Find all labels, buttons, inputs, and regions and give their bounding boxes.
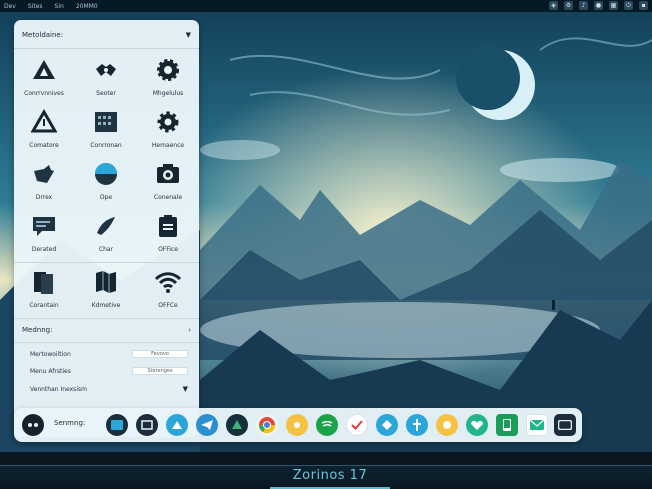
- diamond-app-icon[interactable]: [376, 414, 398, 436]
- divider: [14, 262, 199, 263]
- app-seoter[interactable]: Seoter: [76, 56, 136, 108]
- sun-icon[interactable]: [436, 414, 458, 436]
- app-ope[interactable]: Ope: [76, 160, 136, 212]
- heart-icon[interactable]: [466, 414, 488, 436]
- pin-icon[interactable]: [406, 414, 428, 436]
- app-label: OFFCe: [158, 302, 178, 309]
- app-hemaence[interactable]: Hemaence: [138, 108, 198, 160]
- system-tray: ◈ ⚙ ♪ ● ▦ ⏻ ▪: [549, 1, 648, 10]
- brand-title: Zorinos 17: [292, 468, 368, 483]
- app-drrex[interactable]: Drrex: [14, 160, 74, 212]
- app-comatore[interactable]: Comatore: [14, 108, 74, 160]
- menu-dots-icon[interactable]: [22, 414, 44, 436]
- setting-label: Vennthan Inexsism: [30, 385, 87, 393]
- divider: [14, 342, 199, 343]
- app-label: Char: [98, 246, 114, 253]
- settings-title: Mednng:: [22, 326, 53, 334]
- camera-icon: [154, 160, 182, 188]
- dock-label: Senmng:: [54, 419, 86, 427]
- launcher-title: Metoldaine:: [22, 31, 64, 39]
- chrome-icon[interactable]: [256, 414, 278, 436]
- chevron-right-icon[interactable]: ›: [188, 326, 191, 334]
- power-icon[interactable]: ⏻: [624, 1, 633, 10]
- app-offce[interactable]: OFFCe: [138, 268, 198, 320]
- dock: Senmng:: [14, 408, 582, 442]
- setting-value-field[interactable]: Fevovo: [132, 350, 188, 358]
- app-corantain[interactable]: Corantain: [14, 268, 74, 320]
- alert-triangle-icon: [30, 108, 58, 136]
- keyboard-icon: [92, 108, 120, 136]
- volume-icon[interactable]: ♪: [579, 1, 588, 10]
- pie-chart-icon: [92, 160, 120, 188]
- app-mhgelulus[interactable]: Mhgelulus: [138, 56, 198, 108]
- up-arrow-icon[interactable]: [166, 414, 188, 436]
- setting-row[interactable]: Vennthan Inexsism ▼: [30, 383, 188, 395]
- desktop: Dev Sites Sin 20MM0 ◈ ⚙ ♪ ● ▦ ⏻ ▪ Metold…: [0, 0, 652, 489]
- app-derated[interactable]: Derated: [14, 212, 74, 264]
- chevron-down-icon[interactable]: ▼: [183, 385, 188, 393]
- tablet-icon[interactable]: [554, 414, 576, 436]
- telegram-icon[interactable]: [196, 414, 218, 436]
- chevron-down-icon[interactable]: ▼: [186, 31, 191, 39]
- bird-chat-icon: [92, 212, 120, 240]
- settings-header[interactable]: Mednng: ›: [22, 323, 191, 337]
- app-label: Conrrvnnives: [24, 90, 64, 97]
- app-label: Ope: [99, 194, 113, 201]
- app-office[interactable]: OFFice: [138, 212, 198, 264]
- app-label: Conrronan: [90, 142, 122, 149]
- map-icon: [92, 268, 120, 296]
- top-panel: Dev Sites Sin 20MM0 ◈ ⚙ ♪ ● ▦ ⏻ ▪: [0, 0, 652, 12]
- app-label: Corantain: [29, 302, 59, 309]
- app-conenale[interactable]: Conenale: [138, 160, 198, 212]
- app-label: Mhgelulus: [152, 90, 184, 97]
- app-label: Derated: [31, 246, 57, 253]
- triangle-warning-icon: [30, 56, 58, 84]
- recycle-icon[interactable]: [226, 414, 248, 436]
- chat-card-icon: [30, 212, 58, 240]
- setting-label: Menu Afrsties: [30, 367, 71, 375]
- app-kdmetive[interactable]: Kdmetive: [76, 268, 136, 320]
- top-menu-zoom[interactable]: 20MM0: [76, 3, 98, 10]
- spotify-icon[interactable]: [316, 414, 338, 436]
- divider: [14, 48, 199, 49]
- calendar-icon[interactable]: ▦: [609, 1, 618, 10]
- top-menu-sites[interactable]: Sites: [28, 3, 43, 10]
- wifi-icon: [154, 268, 182, 296]
- handshake-icon: [92, 56, 120, 84]
- setting-row[interactable]: Mertowoiltion Fevovo: [30, 348, 188, 360]
- app-label: OFFice: [158, 246, 178, 253]
- app-label: Kdmetive: [91, 302, 121, 309]
- gear-icon: [154, 56, 182, 84]
- app-label: Comatore: [29, 142, 59, 149]
- notes-icon[interactable]: [286, 414, 308, 436]
- cog-icon: [154, 108, 182, 136]
- app-conrrvnnives[interactable]: Conrrvnnives: [14, 56, 74, 108]
- window-icon[interactable]: [136, 414, 158, 436]
- bird-icon: [30, 160, 58, 188]
- app-label: Drrex: [35, 194, 53, 201]
- setting-row[interactable]: Menu Afrsties Sterenges: [30, 365, 188, 377]
- app-conrronan[interactable]: Conrronan: [76, 108, 136, 160]
- files-icon[interactable]: [106, 414, 128, 436]
- app-label: Seoter: [96, 90, 116, 97]
- clipboard-icon: [154, 212, 182, 240]
- todo-check-icon[interactable]: [346, 414, 368, 436]
- top-menu-sin[interactable]: Sin: [55, 3, 64, 10]
- settings-icon[interactable]: ⚙: [564, 1, 573, 10]
- divider: [14, 318, 199, 319]
- notification-icon[interactable]: ▪: [639, 1, 648, 10]
- mail-icon[interactable]: [526, 414, 548, 436]
- app-launcher-panel: Metoldaine: ▼ Conrrvnnives Seoter Mhgelu…: [14, 20, 199, 437]
- documents-icon: [30, 268, 58, 296]
- top-menu-dev[interactable]: Dev: [4, 3, 16, 10]
- app-label: Hemaence: [151, 142, 185, 149]
- network-icon[interactable]: ◈: [549, 1, 558, 10]
- setting-label: Mertowoiltion: [30, 350, 71, 358]
- app-label: Conenale: [153, 194, 183, 201]
- user-icon[interactable]: ●: [594, 1, 603, 10]
- app-char[interactable]: Char: [76, 212, 136, 264]
- setting-value-field[interactable]: Sterenges: [132, 367, 188, 375]
- phone-icon[interactable]: [496, 414, 518, 436]
- launcher-header[interactable]: Metoldaine: ▼: [22, 28, 191, 42]
